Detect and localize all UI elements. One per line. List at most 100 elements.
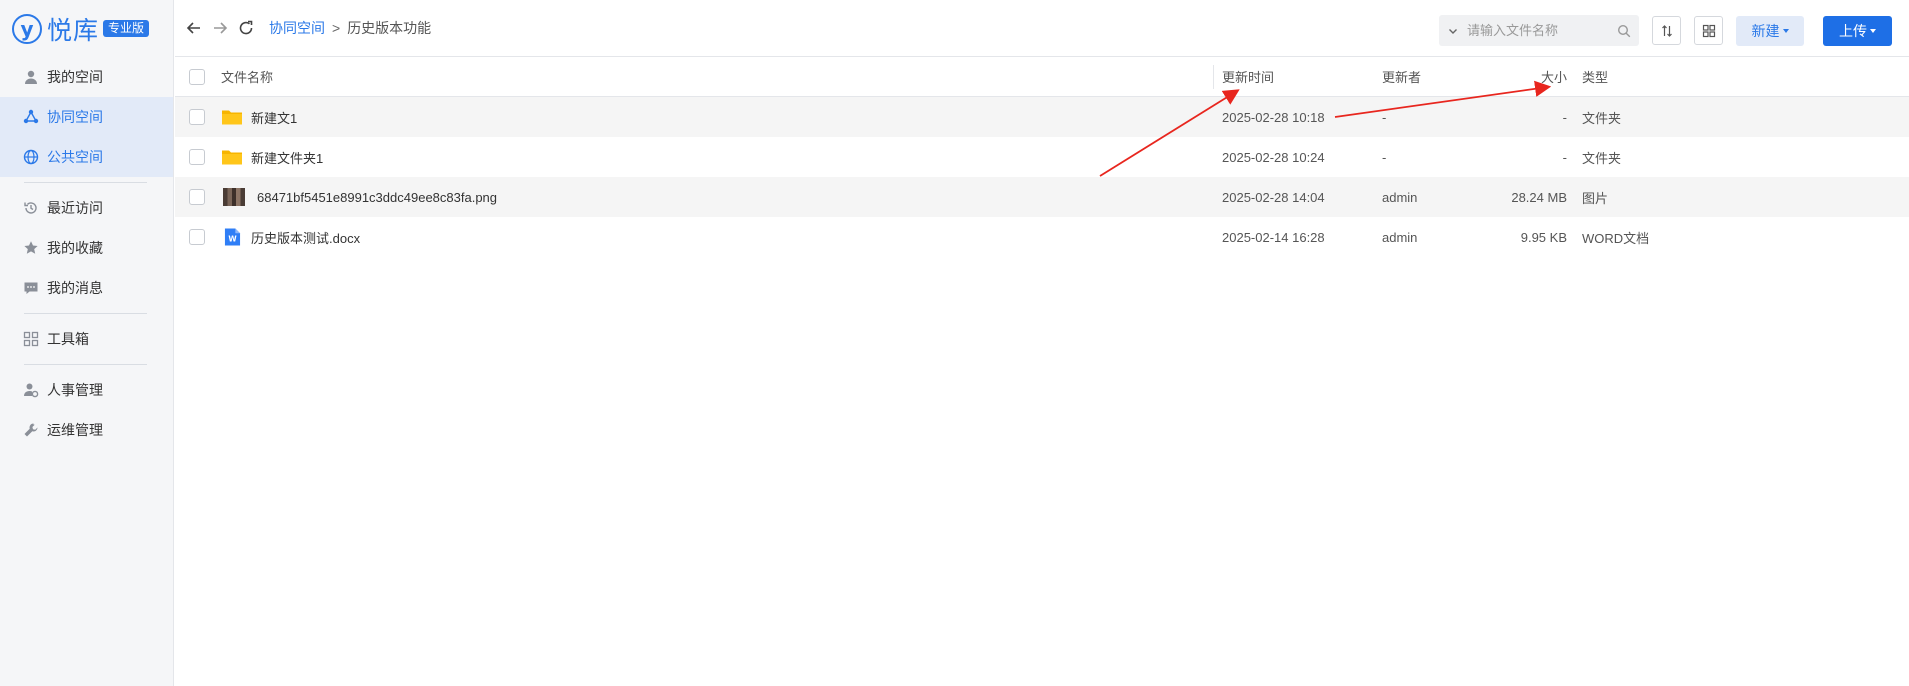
- sidebar-item-recent[interactable]: 最近访问: [0, 188, 173, 228]
- header-type[interactable]: 类型: [1582, 67, 1608, 86]
- logo-mark-icon: y: [12, 13, 42, 44]
- sidebar-item-label: 我的空间: [47, 69, 103, 85]
- user-gear-icon: [22, 381, 40, 399]
- sidebar-divider: [24, 182, 147, 183]
- header-time[interactable]: 更新时间: [1222, 67, 1274, 86]
- sidebar-item-label: 我的收藏: [47, 240, 103, 256]
- file-type: 文件夹: [1582, 110, 1622, 126]
- folder-icon: [221, 106, 243, 128]
- file-name[interactable]: 新建文1: [251, 108, 297, 127]
- sidebar-divider: [24, 313, 147, 314]
- file-size: 9.95 KB: [1520, 229, 1567, 245]
- sidebar-item-messages[interactable]: 我的消息: [0, 268, 173, 308]
- file-updater: -: [1382, 109, 1387, 125]
- sidebar-divider: [24, 364, 147, 365]
- file-name-cell: W 历史版本测试.docx: [221, 226, 360, 248]
- table-row[interactable]: W 历史版本测试.docx 2025-02-14 16:28 admin 9.9…: [175, 217, 1909, 257]
- history-icon: [22, 199, 40, 217]
- sidebar-item-label: 最近访问: [47, 200, 103, 216]
- file-name-cell: 68471bf5451e8991c3ddc49ee8c83fa.png: [221, 188, 497, 206]
- sidebar-item-favorites[interactable]: 我的收藏: [0, 228, 173, 268]
- new-button[interactable]: 新建: [1736, 15, 1804, 46]
- table-header: 文件名称 更新时间 更新者 大小 类型: [175, 57, 1909, 97]
- search-box: [1439, 15, 1639, 46]
- file-name[interactable]: 68471bf5451e8991c3ddc49ee8c83fa.png: [257, 190, 497, 205]
- caret-down-icon: [1782, 28, 1789, 33]
- sidebar-item-ops-management[interactable]: 运维管理: [0, 410, 173, 450]
- edition-badge: 专业版: [103, 20, 150, 37]
- grid-icon: [22, 330, 40, 348]
- row-checkbox[interactable]: [189, 109, 205, 125]
- file-type: 图片: [1582, 190, 1609, 206]
- file-name-cell: 新建文件夹1: [221, 146, 323, 168]
- image-thumbnail: [223, 188, 245, 206]
- search-icon[interactable]: [1617, 24, 1631, 38]
- back-icon[interactable]: [183, 17, 205, 39]
- file-name-cell: 新建文1: [221, 106, 297, 128]
- select-all-checkbox[interactable]: [189, 68, 205, 85]
- header-updater[interactable]: 更新者: [1382, 67, 1421, 86]
- message-icon: [22, 279, 40, 297]
- file-type: 文件夹: [1582, 150, 1622, 166]
- file-time: 2025-02-28 10:18: [1222, 109, 1325, 125]
- svg-text:W: W: [228, 235, 237, 244]
- file-name[interactable]: 历史版本测试.docx: [251, 228, 360, 247]
- sidebar: y 悦库 专业版 我的空间 协同空间 公共空间 最近访问 我的收藏 我的消息 工…: [0, 0, 174, 686]
- search-input[interactable]: [1467, 23, 1617, 38]
- file-table: 文件名称 更新时间 更新者 大小 类型 新建文1 2025-02-28 10:1…: [175, 57, 1909, 257]
- file-time: 2025-02-28 10:24: [1222, 149, 1325, 165]
- wrench-icon: [22, 421, 40, 439]
- breadcrumb-link-collab-space[interactable]: 协同空间: [269, 18, 325, 38]
- sidebar-item-label: 我的消息: [47, 280, 103, 296]
- grid-view-icon: [1702, 24, 1715, 37]
- forward-icon[interactable]: [209, 17, 231, 39]
- file-name[interactable]: 新建文件夹1: [251, 148, 323, 167]
- row-checkbox[interactable]: [189, 189, 205, 205]
- user-icon: [22, 68, 40, 86]
- sidebar-item-label: 协同空间: [47, 109, 103, 125]
- file-updater: -: [1382, 149, 1387, 165]
- refresh-icon[interactable]: [235, 17, 257, 39]
- sidebar-item-collab-space[interactable]: 协同空间: [0, 97, 173, 137]
- sidebar-item-my-space[interactable]: 我的空间: [0, 57, 173, 97]
- sort-icon: [1661, 24, 1672, 37]
- sidebar-item-label: 公共空间: [47, 149, 103, 165]
- grid-view-button[interactable]: [1694, 16, 1723, 45]
- upload-button-label: 上传: [1839, 22, 1867, 39]
- file-updater: admin: [1382, 229, 1418, 245]
- file-size: -: [1562, 149, 1567, 165]
- caret-down-icon: [1870, 28, 1876, 33]
- row-checkbox[interactable]: [189, 149, 205, 165]
- header-size[interactable]: 大小: [1541, 67, 1567, 86]
- share-nodes-icon: [22, 108, 40, 126]
- sidebar-item-public-space[interactable]: 公共空间: [0, 137, 173, 177]
- sidebar-item-toolbox[interactable]: 工具箱: [0, 319, 173, 359]
- sidebar-item-label: 人事管理: [47, 382, 103, 398]
- logo[interactable]: y 悦库 专业版: [0, 0, 173, 57]
- file-size: 28.24 MB: [1511, 189, 1567, 205]
- table-row[interactable]: 68471bf5451e8991c3ddc49ee8c83fa.png 2025…: [175, 177, 1909, 217]
- brand-name: 悦库: [47, 15, 100, 45]
- row-checkbox[interactable]: [189, 229, 205, 245]
- column-divider[interactable]: [1213, 65, 1214, 89]
- breadcrumb-current: 历史版本功能: [347, 20, 432, 36]
- header-name[interactable]: 文件名称: [221, 67, 273, 86]
- file-updater: admin: [1382, 189, 1418, 205]
- sidebar-item-label: 工具箱: [47, 331, 89, 347]
- top-actions: 新建 上传: [1439, 15, 1892, 46]
- breadcrumb: 协同空间 > 历史版本功能: [269, 18, 431, 38]
- top-bar: 协同空间 > 历史版本功能 新建 上传: [175, 0, 1909, 57]
- file-time: 2025-02-28 14:04: [1222, 189, 1325, 205]
- folder-icon: [221, 146, 243, 168]
- chevron-down-icon[interactable]: [1447, 25, 1459, 37]
- sort-button[interactable]: [1652, 16, 1681, 45]
- sidebar-item-hr-management[interactable]: 人事管理: [0, 370, 173, 410]
- upload-button[interactable]: 上传: [1823, 15, 1892, 46]
- table-row[interactable]: 新建文1 2025-02-28 10:18 - - 文件夹: [175, 97, 1909, 137]
- table-row[interactable]: 新建文件夹1 2025-02-28 10:24 - - 文件夹: [175, 137, 1909, 177]
- file-type: WORD文档: [1582, 230, 1650, 246]
- file-time: 2025-02-14 16:28: [1222, 229, 1325, 245]
- star-icon: [22, 239, 40, 257]
- word-doc-icon: W: [221, 226, 243, 248]
- breadcrumb-separator: >: [332, 20, 341, 36]
